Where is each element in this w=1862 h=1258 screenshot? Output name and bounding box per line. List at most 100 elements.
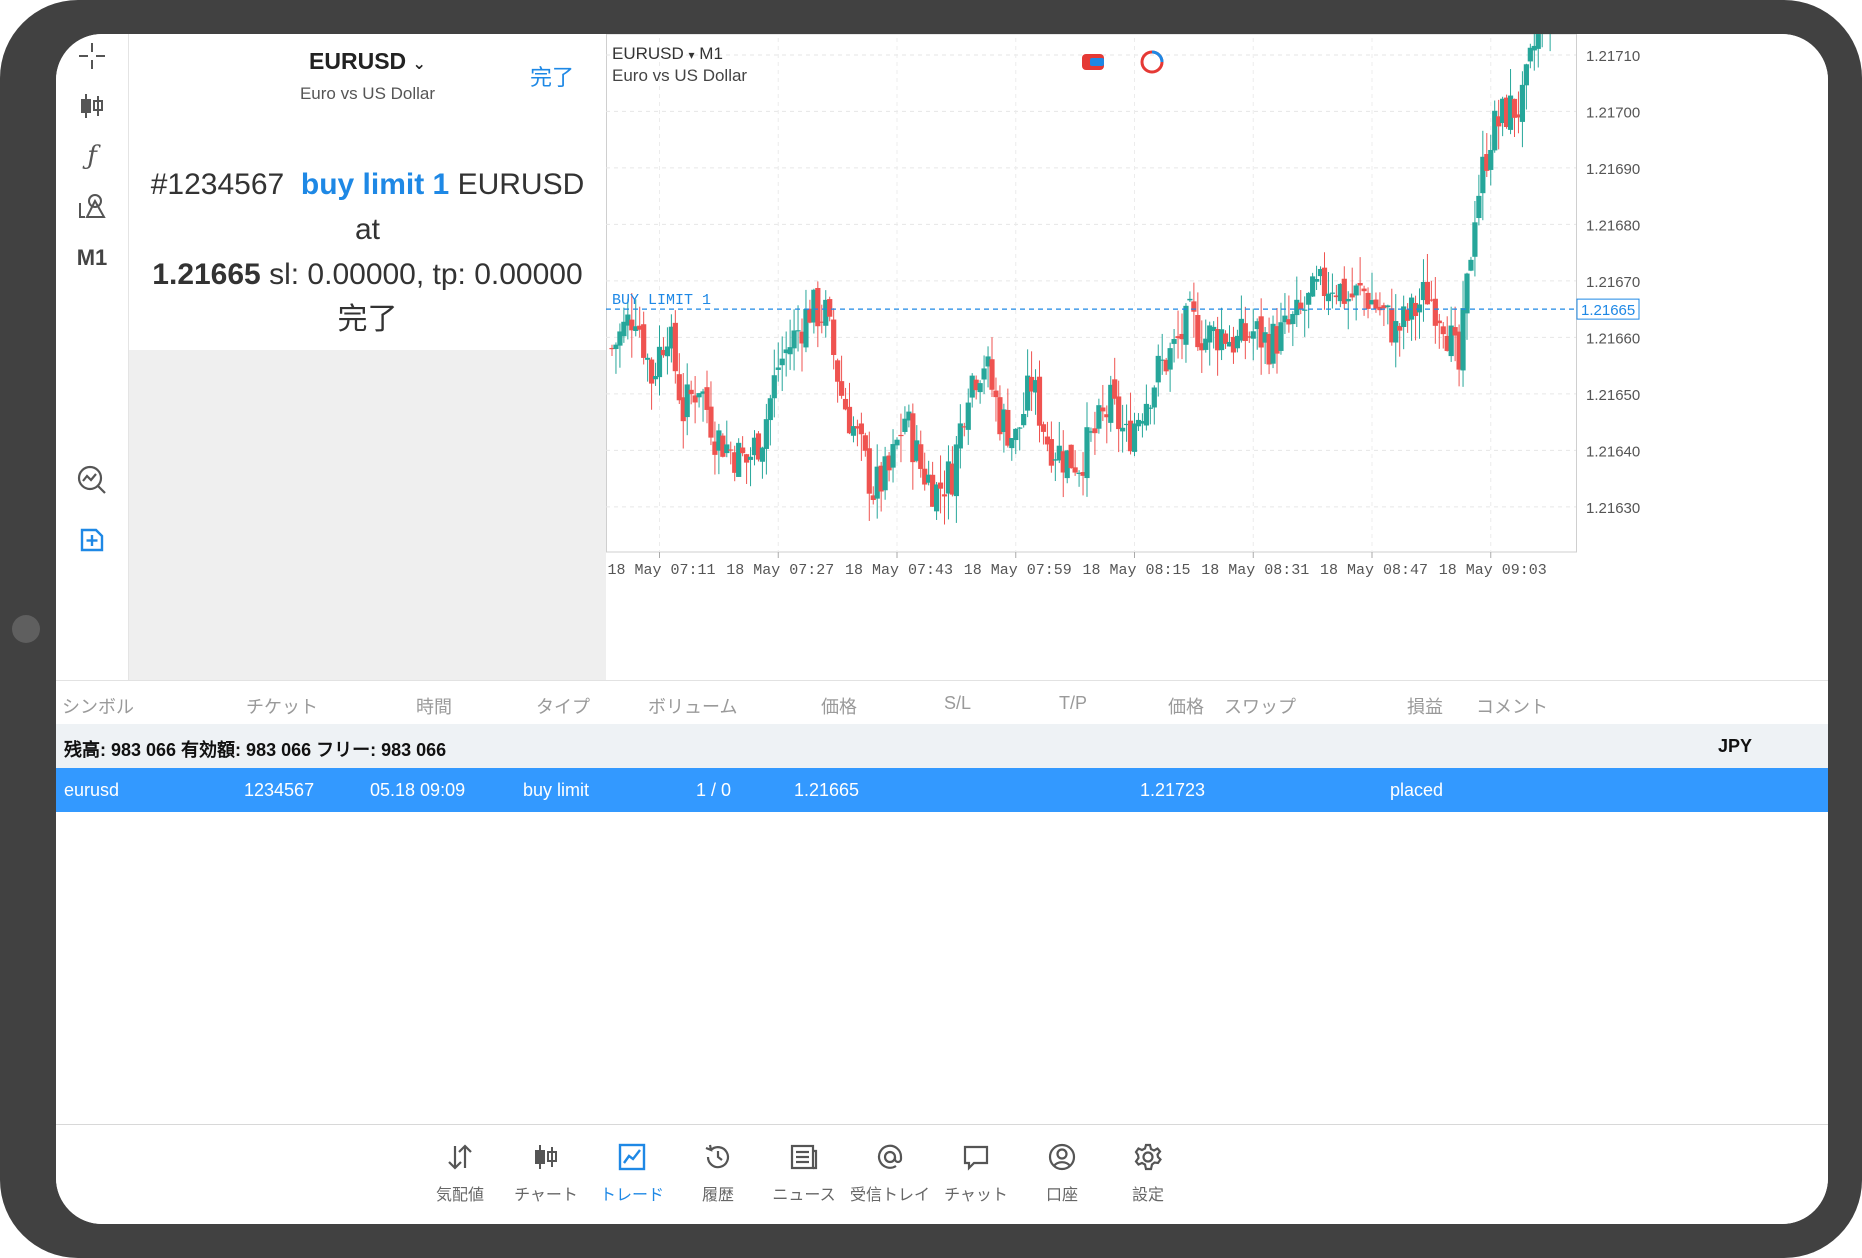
quotes-icon	[442, 1139, 478, 1175]
candle-body	[1036, 376, 1043, 426]
cell-status: placed	[1390, 780, 1444, 800]
done-button[interactable]: 完了	[530, 60, 574, 92]
y-tick-label: 1.21710	[1586, 48, 1640, 65]
col-price: 価格	[821, 697, 857, 717]
chart-search-icon[interactable]	[70, 458, 114, 502]
candle-body	[1151, 387, 1157, 408]
candle-body	[1167, 348, 1173, 370]
col-profit: 損益	[1407, 697, 1443, 717]
objects-icon[interactable]	[70, 184, 114, 228]
candle-body	[1393, 321, 1399, 343]
one-click-icon-inner	[1090, 58, 1104, 66]
candle-body	[1345, 298, 1351, 302]
candle-body	[1313, 278, 1320, 282]
nav-news[interactable]: ニュース	[754, 1125, 854, 1224]
cell-current-price: 1.21723	[1140, 780, 1206, 800]
candle-body	[684, 384, 690, 418]
candle-body	[815, 287, 821, 327]
nav-chat[interactable]: チャット	[926, 1125, 1026, 1224]
candle-body	[1302, 309, 1308, 311]
candle-body	[898, 434, 904, 437]
trade-icon	[614, 1139, 650, 1175]
nav-settings[interactable]: 設定	[1098, 1125, 1198, 1224]
candle-body	[1523, 64, 1529, 86]
candle-body	[1084, 427, 1090, 479]
col-sl: S/L	[944, 693, 972, 713]
chevron-down-icon: ⌄	[412, 56, 426, 73]
order-message: #1234567 buy limit 1 EURUSD at 1.21665 s…	[149, 162, 586, 342]
candle-body	[672, 322, 678, 372]
nav-mailbox[interactable]: 受信トレイ	[840, 1125, 940, 1224]
chart-canvas[interactable]: 1.21710 1.21700 1.21690 1.21680 1.21670 1.216…	[606, 34, 1828, 680]
candle-body	[1120, 427, 1126, 432]
candle-body	[740, 447, 746, 454]
bottom-navigation: 気配値 チャート トレード 履歴 ニュース 受信トレイ チャット 口座 設定	[56, 1124, 1828, 1224]
indicator-icon[interactable]: ƒ	[70, 134, 114, 178]
candle-body	[1112, 379, 1118, 399]
x-tick-label: 18 May 07:59	[964, 562, 1072, 579]
candle-body	[1325, 293, 1332, 302]
candle-body	[1072, 467, 1078, 473]
nav-chart[interactable]: チャート	[496, 1125, 596, 1224]
candle-body	[648, 359, 655, 384]
history-icon	[700, 1139, 736, 1175]
col-current-price: 価格	[1168, 697, 1204, 717]
candle-body	[953, 444, 959, 497]
x-tick-label: 18 May 09:03	[1439, 562, 1547, 579]
candle-body	[1147, 407, 1153, 409]
candle-body	[835, 360, 841, 382]
nav-history[interactable]: 履歴	[668, 1125, 768, 1224]
candle-body	[1298, 302, 1304, 310]
timeframe-button[interactable]: M1	[70, 236, 114, 280]
candle-body	[1416, 304, 1423, 313]
candle-body	[1353, 285, 1359, 296]
cell-time: 05.18 09:09	[370, 780, 466, 800]
candle-body	[1476, 195, 1482, 219]
account-icon	[1044, 1139, 1080, 1175]
candle-body	[1068, 444, 1074, 469]
y-tick-label: 1.21670	[1586, 274, 1640, 291]
cell-ticket: 1234567	[244, 780, 315, 800]
col-volume: ボリューム	[648, 697, 738, 717]
home-button[interactable]	[12, 615, 40, 643]
ticket-number: #1234567	[150, 168, 285, 201]
candle-body	[1013, 428, 1019, 441]
sync-icon-arc	[1151, 50, 1164, 63]
candle-body	[795, 330, 801, 332]
candle-body	[965, 402, 971, 430]
chart-icon	[528, 1139, 564, 1175]
y-tick-label: 1.21660	[1586, 330, 1640, 347]
nav-trade[interactable]: トレード	[582, 1125, 682, 1224]
candle-body	[937, 482, 944, 489]
candle-body	[728, 449, 734, 451]
order-price: 1.21665	[152, 258, 261, 291]
screen: ƒ M1 EURUSD ⌄ Euro vs US Dollar 完了 #1234…	[56, 34, 1828, 1224]
news-icon	[786, 1139, 822, 1175]
candle-body	[1278, 322, 1284, 351]
balance-row: 残高: 983 066 有効額: 983 066 フリー: 983 066 JP…	[56, 724, 1828, 768]
mailbox-icon	[872, 1139, 908, 1175]
candle-body	[858, 423, 864, 435]
candle-body	[1048, 439, 1054, 466]
candle-body	[1100, 407, 1106, 412]
price-chart[interactable]: 1.21710 1.21700 1.21690 1.21680 1.21670 1.216…	[606, 34, 1828, 680]
candle-body	[993, 390, 999, 398]
candle-body	[771, 375, 777, 399]
candle-body	[708, 406, 714, 438]
candle-body	[890, 444, 896, 468]
candle-body	[759, 447, 766, 462]
crosshair-icon[interactable]	[70, 34, 114, 78]
candle-body	[1116, 396, 1122, 430]
table-row[interactable]: eurusd 1234567 05.18 09:09 buy limit 1 /…	[56, 768, 1828, 812]
candle-body	[1488, 149, 1494, 170]
candle-body	[1017, 427, 1023, 429]
candle-body	[1183, 305, 1189, 345]
x-tick-label: 18 May 07:27	[726, 562, 834, 579]
candle-body	[1519, 84, 1526, 122]
new-order-icon[interactable]	[70, 518, 114, 562]
cell-volume: 1 / 0	[696, 780, 732, 800]
nav-quotes[interactable]: 気配値	[410, 1125, 510, 1224]
candlestick-icon[interactable]	[70, 84, 114, 128]
candle-body	[1040, 424, 1047, 432]
nav-account[interactable]: 口座	[1012, 1125, 1112, 1224]
